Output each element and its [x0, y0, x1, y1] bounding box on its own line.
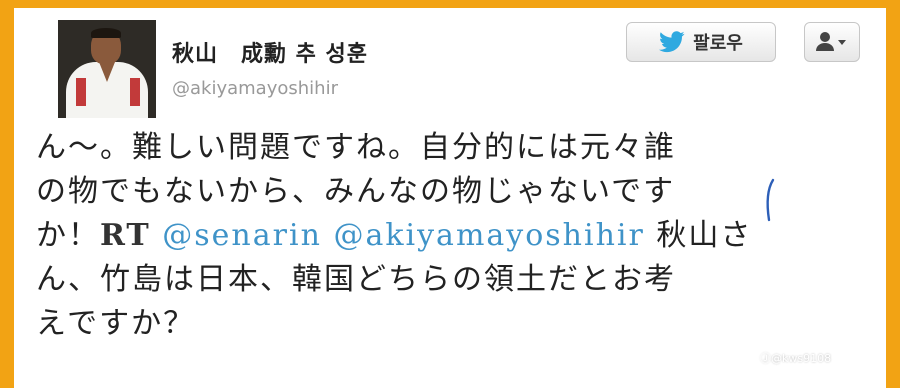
follow-label: 팔로우 [693, 33, 743, 54]
retweet-marker: RT [100, 218, 151, 253]
profile-handle[interactable]: @akiyamayoshihir [172, 78, 338, 99]
tweet-line-3-prefix: か！ [36, 218, 100, 253]
pen-annotation-mark [766, 178, 775, 222]
tweet-text: ん～。難しい問題ですね。自分的には元々誰 の物でもないから、みんなの物じゃないで… [36, 126, 881, 346]
tweet-line-5: えですか？ [36, 306, 196, 341]
tweet-line-1: ん～。難しい問題ですね。自分的には元々誰 [36, 130, 676, 165]
tweet-card: 秋山 成勳 추 성훈 @akiyamayoshihir 팔로우 ん～。難しい問題… [14, 8, 886, 388]
avatar-hair [91, 28, 121, 38]
follow-button[interactable]: 팔로우 [626, 22, 776, 62]
twitter-bird-icon [659, 31, 685, 53]
tweet-line-4: ん、竹島は日本、韓国どちらの領土だとお考 [36, 262, 676, 297]
tweet-line-3: か！RT @senarin @akiyamayoshihir 秋山さ [36, 214, 881, 258]
profile-name[interactable]: 秋山 成勳 추 성훈 [172, 36, 368, 68]
avatar-belt-left [76, 78, 86, 106]
profile-avatar[interactable] [58, 20, 156, 118]
avatar-belt-right [130, 78, 140, 106]
mention-link-senarin[interactable]: @senarin [162, 218, 322, 253]
mention-link-akiyamayoshihir[interactable]: @akiyamayoshihir [333, 218, 644, 253]
watermark: Ⓙ@kws9108 [760, 352, 832, 365]
tweet-line-3-suffix: 秋山さ [656, 218, 753, 253]
user-actions-button[interactable] [804, 22, 860, 62]
person-caret-icon [816, 32, 846, 51]
tweet-line-2: の物でもないから、みんなの物じゃないです [36, 174, 676, 209]
